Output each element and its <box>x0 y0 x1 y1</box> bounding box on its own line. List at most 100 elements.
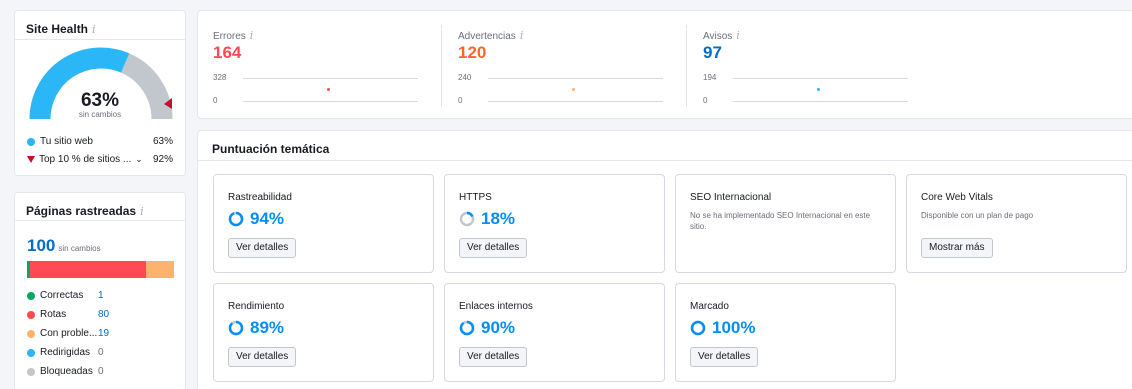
score-ring-icon <box>690 320 706 336</box>
view-details-button[interactable]: Ver detalles <box>228 238 297 258</box>
crawl-row-label: Con proble... <box>40 328 98 339</box>
thematic-card-name: Core Web Vitals <box>921 192 993 203</box>
sparkline-gridline <box>733 78 908 79</box>
score-ring-fill <box>228 320 244 336</box>
score-ring-fill <box>459 320 475 336</box>
thematic-card-score[interactable]: 89% <box>228 318 284 338</box>
legend-top10[interactable]: Top 10 % de sitios ... ⌄ 92% <box>27 154 173 165</box>
info-icon[interactable]: i <box>92 23 96 36</box>
thematic-card-core-web-vitals: Core Web Vitals Disponible con un plan d… <box>906 174 1127 273</box>
metric-errores[interactable]: Errores i 164 328 0 <box>198 11 438 120</box>
chevron-down-icon[interactable]: ⌄ <box>135 154 143 165</box>
metric-label: Errores i <box>213 29 254 42</box>
site-health-gauge <box>29 47 173 120</box>
site-health-status: sin cambios <box>78 110 122 119</box>
metric-divider <box>441 25 442 107</box>
crawled-status: sin cambios <box>58 244 101 253</box>
metric-max-tick: 194 <box>703 73 717 82</box>
metric-advertencias[interactable]: Advertencias i 120 240 0 <box>443 11 683 120</box>
thematic-card-name: Rendimiento <box>228 301 285 312</box>
score-ring-icon <box>459 211 475 227</box>
metric-value[interactable]: 120 <box>458 43 486 63</box>
score-ring-icon <box>228 211 244 227</box>
score-ring-fill <box>690 320 706 336</box>
view-details-button[interactable]: Ver detalles <box>228 347 297 367</box>
bar-segment-con-problemas[interactable] <box>146 261 174 278</box>
crawl-row-con-problemas[interactable]: Con proble... 19 <box>27 328 109 339</box>
thematic-card-name: Marcado <box>690 301 729 312</box>
thematic-card-https: HTTPS 18% Ver detalles <box>444 174 665 273</box>
thematic-card-description: Disponible con un plan de pago <box>921 211 1034 220</box>
thematic-card-description: No se ha implementado SEO Internacional … <box>690 211 871 231</box>
view-details-button[interactable]: Ver detalles <box>459 238 528 258</box>
sparkline-baseline <box>733 101 908 102</box>
legend-your-site: Tu sitio web 63% <box>27 136 173 147</box>
info-icon[interactable]: i <box>736 29 740 42</box>
sparkline-baseline <box>243 101 418 102</box>
thematic-card-score[interactable]: 18% <box>459 209 515 229</box>
crawl-row-redirigidas[interactable]: Redirigidas 0 <box>27 347 104 358</box>
metric-value[interactable]: 164 <box>213 43 241 63</box>
thematic-card-name: Enlaces internos <box>459 301 533 312</box>
metric-label: Avisos i <box>703 29 740 42</box>
crawl-row-value[interactable]: 1 <box>98 290 104 301</box>
crawled-total[interactable]: 100 sin cambios <box>27 236 101 256</box>
status-dot-icon <box>27 291 35 300</box>
crawl-row-value[interactable]: 19 <box>98 328 109 339</box>
info-icon[interactable]: i <box>140 205 144 218</box>
crawl-row-value: 0 <box>98 366 104 377</box>
metric-avisos[interactable]: Avisos i 97 194 0 <box>688 11 928 120</box>
score-ring-icon <box>459 320 475 336</box>
metric-min-tick: 0 <box>458 96 463 105</box>
status-dot-icon <box>27 348 35 357</box>
metric-min-tick: 0 <box>213 96 218 105</box>
site-health-title: Site Health <box>26 22 89 36</box>
triangle-down-icon <box>27 156 35 163</box>
thematic-card-score[interactable]: 100% <box>690 318 755 338</box>
crawl-row-rotas[interactable]: Rotas 80 <box>27 309 109 320</box>
thematic-card-score[interactable]: 94% <box>228 209 284 229</box>
metric-value[interactable]: 97 <box>703 43 722 63</box>
view-details-button[interactable]: Ver detalles <box>690 347 759 367</box>
info-icon[interactable]: i <box>250 29 254 42</box>
status-dot-icon <box>27 329 35 338</box>
sparkline-point <box>817 88 820 91</box>
legend-label: Tu sitio web <box>40 136 93 147</box>
sparkline-baseline <box>488 101 663 102</box>
crawl-row-label: Bloqueadas <box>40 366 93 377</box>
crawl-row-correctas[interactable]: Correctas 1 <box>27 290 104 301</box>
crawl-row-label: Rotas <box>40 309 67 320</box>
thematic-title: Puntuación temática <box>212 142 330 156</box>
score-ring-icon <box>228 320 244 336</box>
sparkline-point <box>572 88 575 91</box>
legend-dot-icon <box>27 137 35 146</box>
crawled-pages-card: Páginas rastreadas i 100 sin cambios Corre… <box>14 192 186 389</box>
thematic-card-name: HTTPS <box>459 192 492 203</box>
thematic-header: Puntuación temática <box>198 131 1132 161</box>
sparkline-gridline <box>488 78 663 79</box>
status-dot-icon <box>27 367 35 376</box>
thematic-card-score[interactable]: 90% <box>459 318 515 338</box>
crawl-row-label: Correctas <box>40 290 84 301</box>
crawl-row-value: 0 <box>98 347 104 358</box>
sparkline-point <box>327 88 330 91</box>
thematic-card-name: SEO Internacional <box>690 192 772 203</box>
crawled-stacked-bar[interactable] <box>27 261 174 278</box>
issues-metrics-card: Errores i 164 328 0 Advertencias i 120 240… <box>197 10 1132 119</box>
view-details-button[interactable]: Ver detalles <box>459 347 528 367</box>
metric-max-tick: 240 <box>458 73 472 82</box>
info-icon[interactable]: i <box>520 29 524 42</box>
thematic-card-marcado: Marcado 100% Ver detalles <box>675 283 896 382</box>
crawled-title: Páginas rastreadas <box>26 204 137 218</box>
bar-segment-rotas[interactable] <box>30 261 146 278</box>
thematic-card-seo-internacional: SEO Internacional No se ha implementado … <box>675 174 896 273</box>
crawl-row-value[interactable]: 80 <box>98 309 109 320</box>
site-health-header: Site Health i <box>15 11 185 40</box>
metric-min-tick: 0 <box>703 96 708 105</box>
score-ring-fill <box>228 211 244 227</box>
thematic-card-rendimiento: Rendimiento 89% Ver detalles <box>213 283 434 382</box>
thematic-card-rastreabilidad: Rastreabilidad 94% Ver detalles <box>213 174 434 273</box>
crawl-row-bloqueadas[interactable]: Bloqueadas 0 <box>27 366 104 377</box>
thematic-reports-card: Puntuación temática Rastreabilidad 94% V… <box>197 130 1132 389</box>
show-more-button[interactable]: Mostrar más <box>921 238 993 258</box>
